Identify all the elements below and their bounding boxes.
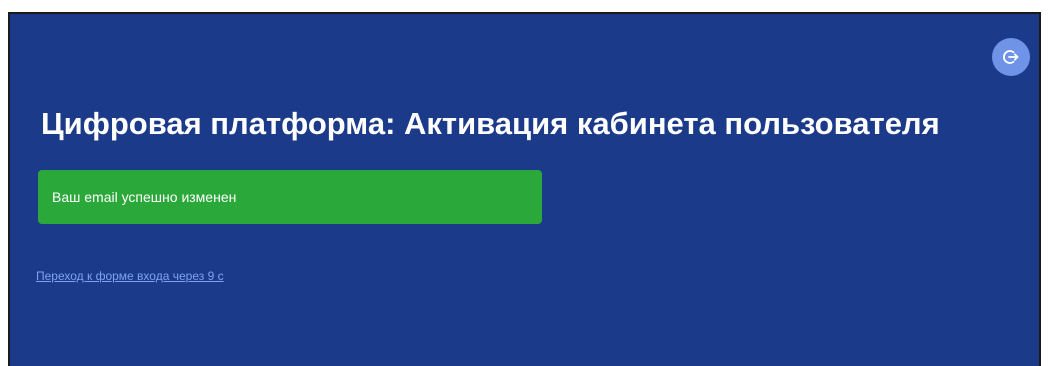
redirect-link[interactable]: Переход к форме входа через 9 с [36,269,224,283]
activation-panel: Цифровая платформа: Активация кабинета п… [8,12,1041,366]
page-title: Цифровая платформа: Активация кабинета п… [41,106,940,141]
logout-icon [1002,48,1020,66]
success-message: Ваш email успешно изменен [52,189,237,205]
logout-button[interactable] [992,38,1030,76]
page: Цифровая платформа: Активация кабинета п… [0,0,1049,366]
success-alert: Ваш email успешно изменен [38,170,542,224]
